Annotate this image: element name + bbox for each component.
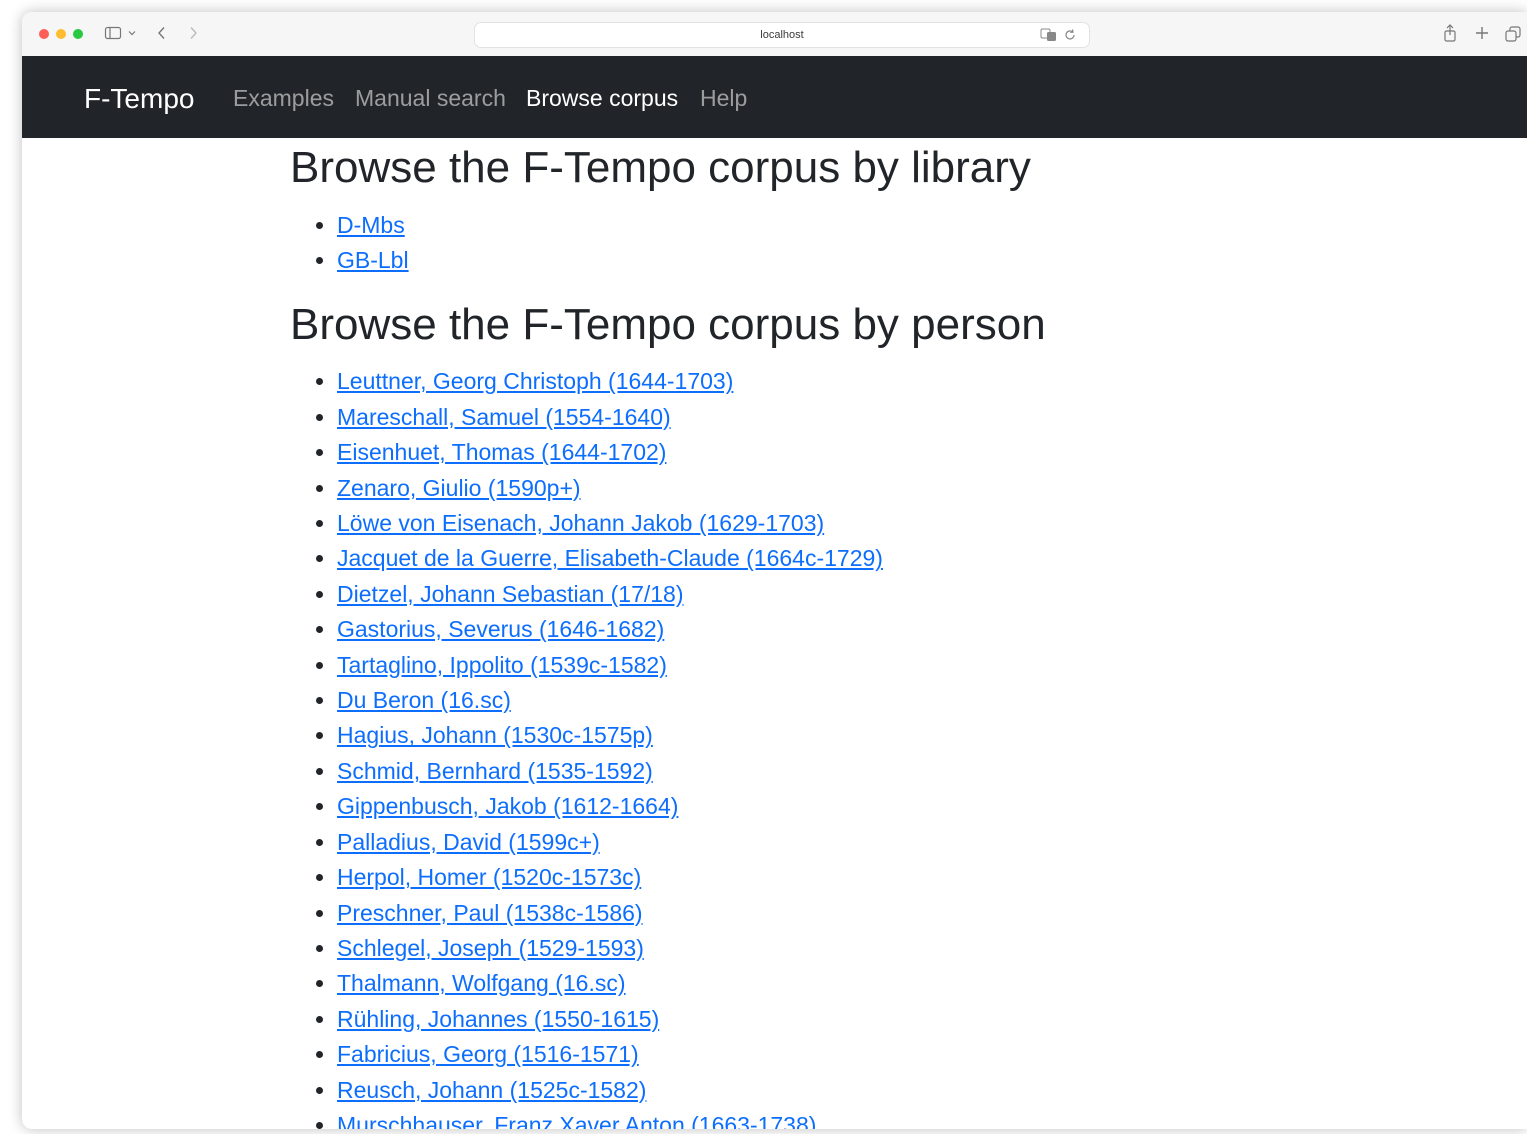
- person-item: Mareschall, Samuel (1554-1640): [337, 400, 1290, 435]
- address-url: localhost: [760, 29, 804, 41]
- person-item: Thalmann, Wolfgang (16.sc): [337, 966, 1290, 1001]
- person-item: Herpol, Homer (1520c-1573c): [337, 860, 1290, 895]
- person-item-link[interactable]: Palladius, David (1599c+): [337, 829, 600, 855]
- person-item: Palladius, David (1599c+): [337, 825, 1290, 860]
- address-bar[interactable]: localhost: [474, 22, 1090, 48]
- nav-link-help[interactable]: Help: [700, 56, 747, 140]
- library-item-link[interactable]: GB-Lbl: [337, 247, 409, 273]
- browser-toolbar: localhost: [22, 12, 1527, 57]
- person-item-link[interactable]: Dietzel, Johann Sebastian (17/18): [337, 581, 684, 607]
- library-heading: Browse the F-Tempo corpus by library: [290, 143, 1031, 192]
- person-item-link[interactable]: Rühling, Johannes (1550-1615): [337, 1006, 659, 1032]
- person-item: Fabricius, Georg (1516-1571): [337, 1037, 1290, 1072]
- person-item: Hagius, Johann (1530c-1575p): [337, 718, 1290, 753]
- person-item-link[interactable]: Gastorius, Severus (1646-1682): [337, 616, 664, 642]
- person-item-link[interactable]: Schlegel, Joseph (1529-1593): [337, 935, 644, 961]
- person-item-link[interactable]: Murschhauser, Franz Xaver Anton (1663-17…: [337, 1112, 816, 1129]
- person-item-link[interactable]: Gippenbusch, Jakob (1612-1664): [337, 793, 678, 819]
- person-item-link[interactable]: Thalmann, Wolfgang (16.sc): [337, 970, 626, 996]
- close-window-button[interactable]: [39, 29, 49, 39]
- person-item-link[interactable]: Du Beron (16.sc): [337, 687, 511, 713]
- person-item: Gastorius, Severus (1646-1682): [337, 612, 1290, 647]
- person-item: Gippenbusch, Jakob (1612-1664): [337, 789, 1290, 824]
- person-item: Eisenhuet, Thomas (1644-1702): [337, 435, 1290, 470]
- person-item: Jacquet de la Guerre, Elisabeth-Claude (…: [337, 541, 1290, 576]
- zoom-window-button[interactable]: [73, 29, 83, 39]
- person-item-link[interactable]: Zenaro, Giulio (1590p+): [337, 475, 581, 501]
- person-item-link[interactable]: Herpol, Homer (1520c-1573c): [337, 864, 641, 890]
- library-item: GB-Lbl: [337, 243, 1290, 278]
- translate-icon[interactable]: [1040, 27, 1058, 48]
- person-item: Tartaglino, Ippolito (1539c-1582): [337, 648, 1290, 683]
- person-item-link[interactable]: Tartaglino, Ippolito (1539c-1582): [337, 652, 667, 678]
- person-item: Du Beron (16.sc): [337, 683, 1290, 718]
- nav-link-browse-corpus[interactable]: Browse corpus: [526, 56, 678, 140]
- nav-link-examples[interactable]: Examples: [233, 56, 334, 140]
- tab-overview-icon[interactable]: [1503, 22, 1525, 44]
- sidebar-toggle-icon[interactable]: [104, 22, 124, 44]
- person-item-link[interactable]: Mareschall, Samuel (1554-1640): [337, 404, 671, 430]
- person-item: Preschner, Paul (1538c-1586): [337, 896, 1290, 931]
- library-item-link[interactable]: D-Mbs: [337, 212, 405, 238]
- person-item-link[interactable]: Schmid, Bernhard (1535-1592): [337, 758, 653, 784]
- person-item: Zenaro, Giulio (1590p+): [337, 471, 1290, 506]
- main-content: Browse the F-Tempo corpus by library D-M…: [290, 138, 1290, 1129]
- person-item: Schmid, Bernhard (1535-1592): [337, 754, 1290, 789]
- person-item-link[interactable]: Preschner, Paul (1538c-1586): [337, 900, 643, 926]
- share-icon[interactable]: [1440, 22, 1462, 44]
- person-item-link[interactable]: Löwe von Eisenach, Johann Jakob (1629-17…: [337, 510, 824, 536]
- back-icon[interactable]: [153, 22, 173, 44]
- forward-icon[interactable]: [184, 22, 204, 44]
- person-item: Rühling, Johannes (1550-1615): [337, 1002, 1290, 1037]
- library-list: D-Mbs GB-Lbl: [290, 208, 1290, 279]
- person-item-link[interactable]: Reusch, Johann (1525c-1582): [337, 1077, 646, 1103]
- person-item: Dietzel, Johann Sebastian (17/18): [337, 577, 1290, 612]
- minimize-window-button[interactable]: [56, 29, 66, 39]
- person-heading: Browse the F-Tempo corpus by person: [290, 299, 1046, 349]
- person-item: Schlegel, Joseph (1529-1593): [337, 931, 1290, 966]
- new-tab-icon[interactable]: [1472, 22, 1494, 44]
- reload-icon[interactable]: [1063, 27, 1077, 48]
- person-item-link[interactable]: Hagius, Johann (1530c-1575p): [337, 722, 653, 748]
- library-item: D-Mbs: [337, 208, 1290, 243]
- person-item: Murschhauser, Franz Xaver Anton (1663-17…: [337, 1108, 1290, 1129]
- person-item: Löwe von Eisenach, Johann Jakob (1629-17…: [337, 506, 1290, 541]
- site-navbar: F-Tempo Examples Manual search Browse co…: [22, 56, 1527, 138]
- chevron-down-icon[interactable]: [126, 22, 140, 44]
- brand-link[interactable]: F-Tempo: [84, 56, 194, 142]
- person-item: Reusch, Johann (1525c-1582): [337, 1073, 1290, 1108]
- person-item: Leuttner, Georg Christoph (1644-1703): [337, 364, 1290, 399]
- nav-link-manual-search[interactable]: Manual search: [355, 56, 506, 140]
- person-item-link[interactable]: Leuttner, Georg Christoph (1644-1703): [337, 368, 733, 394]
- person-item-link[interactable]: Eisenhuet, Thomas (1644-1702): [337, 439, 666, 465]
- person-item-link[interactable]: Jacquet de la Guerre, Elisabeth-Claude (…: [337, 545, 883, 571]
- person-list: Leuttner, Georg Christoph (1644-1703) Mar…: [290, 364, 1290, 1129]
- person-item-link[interactable]: Fabricius, Georg (1516-1571): [337, 1041, 639, 1067]
- browser-window: localhost F-Tempo Examples Manual search…: [22, 12, 1527, 1129]
